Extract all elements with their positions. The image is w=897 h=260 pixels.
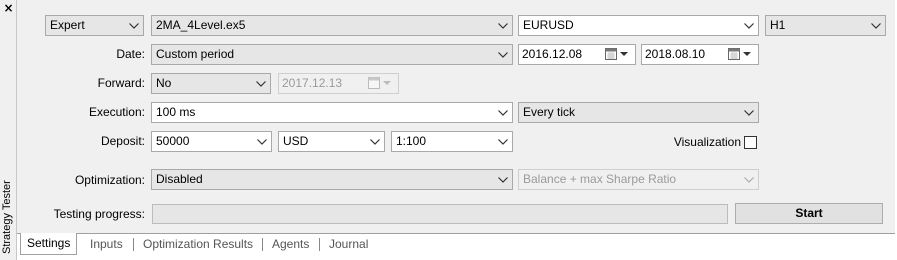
- chevron-down-icon: [497, 170, 509, 189]
- symbol-select-value: EURUSD: [523, 18, 574, 32]
- testing-progress-label: Testing progress:: [53, 207, 145, 221]
- optimization-criterion-value: Balance + max Sharpe Ratio: [523, 172, 677, 186]
- chevron-down-icon: [128, 16, 140, 35]
- calendar-icon[interactable]: [605, 48, 631, 61]
- chevron-down-icon: [743, 103, 755, 122]
- chevron-down-icon: [256, 132, 268, 151]
- forward-label: Forward:: [97, 76, 145, 90]
- chevron-down-icon: [255, 74, 267, 93]
- date-to-field[interactable]: 2018.08.10: [641, 44, 759, 65]
- tab-settings[interactable]: Settings: [20, 233, 78, 255]
- expert-select-value: 2MA_4Level.ex5: [156, 18, 246, 32]
- leverage-select[interactable]: 1:100: [391, 131, 513, 152]
- tab-agents[interactable]: Agents: [272, 234, 309, 256]
- chevron-down-icon: [497, 103, 509, 122]
- optimization-select-value: Disabled: [156, 172, 203, 186]
- symbol-select[interactable]: EURUSD: [518, 15, 759, 36]
- chevron-down-icon: [743, 170, 755, 189]
- execution-label: Execution:: [88, 105, 145, 119]
- chevron-down-icon: [497, 16, 509, 35]
- tab-journal[interactable]: Journal: [329, 234, 368, 256]
- date-label: Date:: [116, 47, 145, 61]
- tab-separator: [133, 238, 134, 251]
- start-button[interactable]: Start: [735, 203, 883, 224]
- tick-model-select-value: Every tick: [523, 105, 576, 119]
- visualization-checkbox[interactable]: [744, 136, 757, 149]
- tab-inputs[interactable]: Inputs: [90, 234, 123, 256]
- deposit-select-value: 50000: [156, 134, 190, 148]
- tab-optimization-results[interactable]: Optimization Results: [143, 234, 253, 256]
- date-from-field[interactable]: 2016.12.08: [518, 44, 636, 65]
- close-icon[interactable]: ×: [2, 2, 15, 15]
- timeframe-select-value: H1: [770, 18, 786, 32]
- chevron-down-icon: [497, 45, 509, 64]
- forward-select-value: No: [156, 76, 172, 90]
- forward-date-field: 2017.12.13: [278, 73, 399, 94]
- testing-progress-bar: [152, 204, 728, 224]
- tab-separator: [262, 238, 263, 251]
- execution-select-value: 100 ms: [156, 105, 196, 119]
- currency-select-value: USD: [283, 134, 309, 148]
- tester-side-strip: × Strategy Tester: [0, 0, 17, 260]
- date-mode-select-value: Custom period: [156, 47, 235, 61]
- date-to-value: 2018.08.10: [645, 47, 706, 61]
- calendar-icon: [368, 77, 394, 90]
- execution-select[interactable]: 100 ms: [151, 102, 513, 123]
- chevron-down-icon: [870, 16, 882, 35]
- optimization-criterion-select: Balance + max Sharpe Ratio: [518, 169, 759, 190]
- date-mode-select[interactable]: Custom period: [151, 44, 513, 65]
- tester-tab-bar: Settings Inputs Optimization Results Age…: [17, 233, 895, 260]
- deposit-select[interactable]: 50000: [151, 131, 272, 152]
- tab-separator: [319, 238, 320, 251]
- optimization-label: Optimization:: [74, 173, 145, 187]
- date-from-value: 2016.12.08: [522, 47, 583, 61]
- expert-select[interactable]: 2MA_4Level.ex5: [151, 15, 513, 36]
- mode-select-value: Expert: [50, 18, 85, 32]
- window-title: Strategy Tester: [1, 180, 13, 254]
- settings-panel: Expert 2MA_4Level.ex5 EURUSD H1 Date: Cu…: [17, 0, 895, 233]
- forward-select[interactable]: No: [151, 73, 271, 94]
- timeframe-select[interactable]: H1: [765, 15, 886, 36]
- chevron-down-icon: [497, 132, 509, 151]
- optimization-select[interactable]: Disabled: [151, 169, 513, 190]
- visualization-label: Visualization: [673, 135, 741, 149]
- mode-select[interactable]: Expert: [45, 15, 144, 36]
- chevron-down-icon: [743, 16, 755, 35]
- calendar-icon[interactable]: [728, 48, 754, 61]
- deposit-label: Deposit:: [100, 134, 145, 148]
- currency-select[interactable]: USD: [278, 131, 385, 152]
- tick-model-select[interactable]: Every tick: [518, 102, 759, 123]
- leverage-select-value: 1:100: [396, 134, 427, 148]
- chevron-down-icon: [369, 132, 381, 151]
- forward-date-value: 2017.12.13: [282, 76, 343, 90]
